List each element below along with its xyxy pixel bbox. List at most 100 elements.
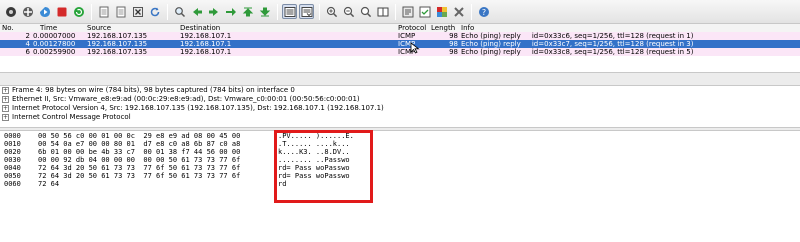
toolbar-separator: [471, 3, 472, 20]
packet-length: 98: [449, 48, 458, 56]
packet-no: 4: [25, 40, 30, 48]
hex-offset: 0020: [4, 148, 21, 156]
packet-details: + Frame 4: 98 bytes on wire (784 bits), …: [0, 86, 800, 126]
packet-destination: 192.168.107.1: [180, 32, 232, 40]
display-filters-icon[interactable]: [417, 4, 432, 19]
main-toolbar: ?: [0, 0, 800, 24]
go-last-icon[interactable]: [257, 4, 272, 19]
help-icon[interactable]: ?: [476, 4, 491, 19]
hex-dump: 0000 00 50 56 c0 00 01 00 0c 29 e8 e9 ad…: [0, 132, 800, 192]
expand-icon[interactable]: +: [2, 105, 9, 112]
go-to-packet-icon[interactable]: [223, 4, 238, 19]
detail-row-icmp[interactable]: + Internet Control Message Protocol: [0, 113, 800, 122]
hex-offset: 0040: [4, 164, 21, 172]
save-file-icon[interactable]: [113, 4, 128, 19]
find-packet-icon[interactable]: [172, 4, 187, 19]
zoom-out-icon[interactable]: [341, 4, 356, 19]
mouse-cursor-icon: [410, 42, 420, 54]
packet-no: 6: [25, 48, 30, 56]
packet-length: 98: [449, 40, 458, 48]
detail-text: Internet Control Message Protocol: [12, 113, 131, 121]
expand-icon[interactable]: +: [2, 87, 9, 94]
reload-icon[interactable]: [147, 4, 162, 19]
detail-text: Frame 4: 98 bytes on wire (784 bits), 98…: [12, 86, 295, 94]
hex-bytes[interactable]: 00 54 0a e7 00 00 80 01 d7 e8 c0 a8 6b 8…: [38, 140, 240, 148]
hex-row: 0050 72 64 3d 20 50 61 73 73 77 6f 50 61…: [0, 172, 350, 180]
packet-row[interactable]: 6 0.00259900 192.168.107.135 192.168.107…: [0, 48, 800, 56]
zoom-normal-icon[interactable]: [358, 4, 373, 19]
toolbar-separator: [395, 3, 396, 20]
packet-info: Echo (ping) reply id=0x33c6, seq=1/256, …: [461, 32, 694, 40]
column-header-protocol[interactable]: Protocol: [398, 24, 426, 32]
hex-offset: 0050: [4, 172, 21, 180]
detail-row-frame[interactable]: + Frame 4: 98 bytes on wire (784 bits), …: [0, 86, 800, 95]
close-file-icon[interactable]: [130, 4, 145, 19]
hex-row: 0000 00 50 56 c0 00 01 00 0c 29 e8 e9 ad…: [0, 132, 354, 140]
hex-offset: 0010: [4, 140, 21, 148]
go-first-icon[interactable]: [240, 4, 255, 19]
toolbar-separator: [167, 3, 168, 20]
zoom-in-icon[interactable]: [324, 4, 339, 19]
column-header-info[interactable]: Info: [461, 24, 474, 32]
go-back-icon[interactable]: [189, 4, 204, 19]
svg-text:?: ?: [481, 8, 485, 17]
packet-row-selected[interactable]: 4 0.00127800 192.168.107.135 192.168.107…: [0, 40, 800, 48]
hex-row: 0010 00 54 0a e7 00 00 80 01 d7 e8 c0 a8…: [0, 140, 350, 148]
toolbar-separator: [319, 3, 320, 20]
empty-area: [0, 204, 800, 242]
ascii-highlight-box: [274, 130, 373, 203]
hex-row: 0040 72 64 3d 20 50 61 73 73 77 6f 50 61…: [0, 164, 350, 172]
packet-destination: 192.168.107.1: [180, 40, 232, 48]
toolbar-separator: [91, 3, 92, 20]
start-capture-icon[interactable]: [37, 4, 52, 19]
packet-source: 192.168.107.135: [87, 40, 148, 48]
hex-row: 0030 00 00 92 db 04 00 00 00 00 00 50 61…: [0, 156, 350, 164]
packet-list-header: No. Time Source Destination Protocol Len…: [0, 24, 800, 32]
packet-source: 192.168.107.135: [87, 48, 148, 56]
column-header-source[interactable]: Source: [87, 24, 111, 32]
hex-bytes[interactable]: 00 50 56 c0 00 01 00 0c 29 e8 e9 ad 08 0…: [38, 132, 240, 140]
column-header-length[interactable]: Length: [431, 24, 455, 32]
pane-splitter[interactable]: [0, 127, 800, 131]
expand-icon[interactable]: +: [2, 96, 9, 103]
capture-options-icon[interactable]: [20, 4, 35, 19]
column-header-no[interactable]: No.: [2, 24, 14, 32]
hex-bytes[interactable]: 72 64 3d 20 50 61 73 73 77 6f 50 61 73 7…: [38, 164, 240, 172]
hex-offset: 0000: [4, 132, 21, 140]
detail-text: Internet Protocol Version 4, Src: 192.16…: [12, 104, 384, 112]
packet-destination: 192.168.107.1: [180, 48, 232, 56]
stop-capture-icon[interactable]: [54, 4, 69, 19]
packet-time: 0.00259900: [33, 48, 76, 56]
interface-list-icon[interactable]: [3, 4, 18, 19]
open-file-icon[interactable]: [96, 4, 111, 19]
detail-row-ip[interactable]: + Internet Protocol Version 4, Src: 192.…: [0, 104, 800, 113]
pane-splitter[interactable]: [0, 72, 800, 86]
hex-bytes[interactable]: 00 00 92 db 04 00 00 00 00 00 50 61 73 7…: [38, 156, 240, 164]
packet-info: Echo (ping) reply id=0x33c8, seq=1/256, …: [461, 48, 694, 56]
packet-info: Echo (ping) reply id=0x33c7, seq=1/256, …: [461, 40, 694, 48]
hex-bytes[interactable]: 6b 01 00 00 be 4b 33 c7 00 01 38 f7 44 5…: [38, 148, 240, 156]
column-header-destination[interactable]: Destination: [180, 24, 220, 32]
resize-columns-icon[interactable]: [375, 4, 390, 19]
go-forward-icon[interactable]: [206, 4, 221, 19]
hex-row: 0020 6b 01 00 00 be 4b 33 c7 00 01 38 f7…: [0, 148, 350, 156]
packet-time: 0.00007000: [33, 32, 76, 40]
hex-offset: 0060: [4, 180, 21, 188]
expand-icon[interactable]: +: [2, 114, 9, 121]
column-header-time[interactable]: Time: [40, 24, 57, 32]
hex-bytes[interactable]: 72 64: [38, 180, 59, 188]
auto-scroll-icon[interactable]: [299, 4, 314, 19]
hex-bytes[interactable]: 72 64 3d 20 50 61 73 73 77 6f 50 61 73 7…: [38, 172, 240, 180]
coloring-rules-icon[interactable]: [434, 4, 449, 19]
packet-row[interactable]: 2 0.00007000 192.168.107.135 192.168.107…: [0, 32, 800, 40]
restart-capture-icon[interactable]: [71, 4, 86, 19]
colorize-icon[interactable]: [282, 4, 297, 19]
capture-filters-icon[interactable]: [400, 4, 415, 19]
hex-offset: 0030: [4, 156, 21, 164]
packet-no: 2: [25, 32, 30, 40]
preferences-icon[interactable]: [451, 4, 466, 19]
packet-time: 0.00127800: [33, 40, 76, 48]
packet-list: No. Time Source Destination Protocol Len…: [0, 24, 800, 64]
detail-row-ethernet[interactable]: + Ethernet II, Src: Vmware_e8:e9:ad (00:…: [0, 95, 800, 104]
packet-length: 98: [449, 32, 458, 40]
